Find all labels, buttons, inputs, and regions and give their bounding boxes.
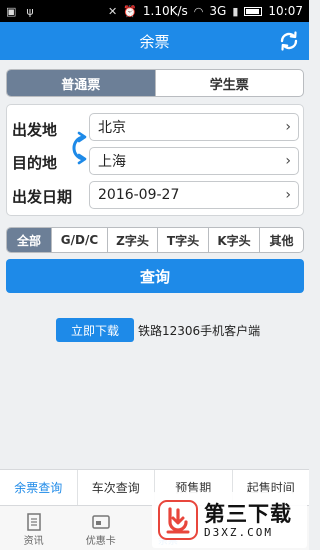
train-type-filter: 全部 G/D/C Z字头 T字头 K字头 其他 — [6, 227, 304, 253]
date-value: 2016-09-27 — [98, 187, 180, 203]
filter-other[interactable]: 其他 — [259, 228, 303, 252]
d3xz-logo-icon — [158, 500, 198, 540]
filter-z[interactable]: Z字头 — [107, 228, 157, 252]
tab-train-query[interactable]: 车次查询 — [76, 470, 155, 505]
page-title: 余票 — [139, 32, 170, 51]
chevron-right-icon: › — [285, 187, 291, 203]
refresh-icon[interactable] — [277, 29, 301, 53]
date-label: 出发日期 — [12, 188, 73, 206]
wifi-icon: ◠ — [193, 4, 204, 18]
from-station-field[interactable]: 北京 › — [89, 113, 299, 141]
filter-t[interactable]: T字头 — [157, 228, 208, 252]
download-promo: 立即下载 铁路12306手机客户端 — [56, 318, 260, 342]
chevron-right-icon: › — [285, 153, 291, 169]
signal-icon: ▮ — [232, 4, 239, 18]
alarm-icon: ⏰ — [123, 4, 137, 18]
date-field[interactable]: 2016-09-27 › — [89, 181, 299, 209]
search-form: 出发地 目的地 出发日期 北京 › 上海 › 2016-09-27 › — [6, 104, 304, 216]
tab-normal-ticket[interactable]: 普通票 — [7, 70, 155, 96]
to-station-value: 上海 — [98, 154, 126, 170]
from-label: 出发地 — [12, 121, 58, 139]
query-button[interactable]: 查询 — [6, 259, 304, 293]
tab-student-ticket[interactable]: 学生票 — [154, 70, 304, 96]
network-speed: 1.10K/s — [142, 4, 188, 18]
swap-stations-icon[interactable] — [65, 131, 89, 165]
download-button[interactable]: 立即下载 — [56, 318, 134, 342]
to-station-field[interactable]: 上海 › — [89, 147, 299, 175]
nav-label: 资讯 — [23, 536, 44, 547]
network-type: 3G — [209, 4, 227, 18]
usb-icon: ψ — [26, 4, 34, 18]
battery-icon — [244, 6, 263, 16]
ticket-type-switch: 普通票 学生票 — [6, 69, 304, 97]
document-icon — [26, 513, 41, 531]
download-text: 铁路12306手机客户端 — [138, 323, 261, 338]
from-station-value: 北京 — [98, 120, 126, 136]
nav-discount-card[interactable]: 优惠卡 — [67, 506, 134, 550]
nav-label: 优惠卡 — [85, 536, 116, 547]
watermark-domain: D3XZ.COM — [204, 525, 273, 539]
image-notification-icon: ▣ — [6, 4, 17, 18]
clock: 10:07 — [268, 4, 303, 18]
title-bar: 余票 — [0, 22, 309, 60]
watermark: 第三下载 D3XZ.COM — [152, 492, 307, 548]
tab-remaining-query[interactable]: 余票查询 — [0, 470, 77, 505]
filter-gdc[interactable]: G/D/C — [51, 228, 107, 252]
chevron-right-icon: › — [285, 119, 291, 135]
status-bar: ▣ ψ ✕ ⏰ 1.10K/s ◠ 3G ▮ 10:07 — [0, 0, 309, 22]
mute-icon: ✕ — [107, 4, 118, 18]
nav-news[interactable]: 资讯 — [0, 506, 67, 550]
filter-k[interactable]: K字头 — [208, 228, 259, 252]
filter-all[interactable]: 全部 — [7, 228, 51, 252]
card-icon — [92, 515, 110, 529]
watermark-title: 第三下载 — [204, 501, 292, 526]
to-label: 目的地 — [12, 154, 58, 172]
